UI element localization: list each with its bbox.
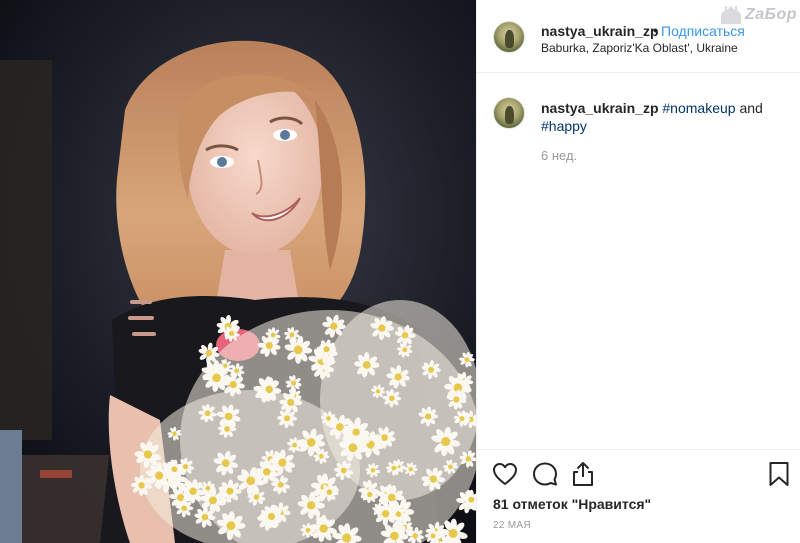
- photo-illustration: [0, 0, 476, 543]
- post-actions: 81 отметок "Нравится" 22 мая: [477, 449, 800, 543]
- caption-word: and: [739, 100, 763, 116]
- watermark-logo-icon: [721, 6, 741, 24]
- caption-text: nastya_ukrain_zp #nomakeup and #happy: [541, 99, 786, 135]
- header-username[interactable]: nastya_ukrain_zp: [541, 23, 659, 39]
- save-button[interactable]: [765, 460, 793, 488]
- watermark-text: ZaБор: [744, 6, 797, 23]
- caption-timestamp[interactable]: 6 нед.: [541, 148, 577, 163]
- share-button[interactable]: [569, 460, 597, 488]
- share-icon: [573, 462, 593, 486]
- like-button[interactable]: [491, 460, 519, 488]
- post-photo[interactable]: [0, 0, 476, 543]
- hashtag-link[interactable]: #happy: [541, 118, 587, 134]
- bookmark-icon: [769, 462, 789, 486]
- post-header: nastya_ukrain_zp • Подписаться Baburka, …: [477, 0, 800, 73]
- comment-bubble-icon: [533, 462, 557, 486]
- hashtag-link[interactable]: #nomakeup: [662, 100, 735, 116]
- avatar[interactable]: [493, 21, 525, 53]
- separator-dot: •: [653, 22, 658, 38]
- post-date[interactable]: 22 мая: [493, 520, 531, 531]
- comment-button[interactable]: [531, 460, 559, 488]
- heart-icon: [493, 463, 517, 485]
- post-sidebar: nastya_ukrain_zp • Подписаться Baburka, …: [476, 0, 800, 543]
- likes-count[interactable]: 81 отметок "Нравится": [493, 496, 651, 512]
- avatar[interactable]: [493, 97, 525, 129]
- caption-username[interactable]: nastya_ukrain_zp: [541, 100, 659, 116]
- location-link[interactable]: Baburka, Zaporiz'Ka Oblast', Ukraine: [541, 41, 738, 55]
